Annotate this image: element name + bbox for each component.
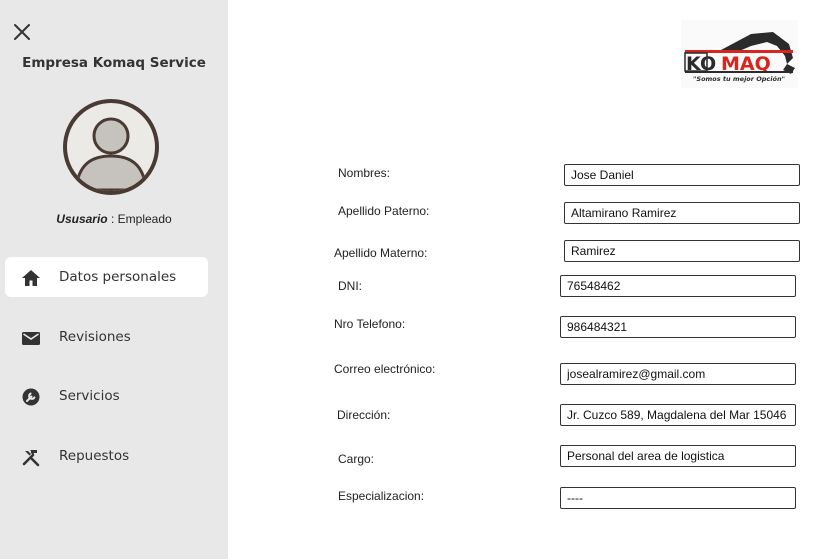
label-apellido-paterno: Apellido Paterno: — [338, 204, 430, 218]
label-correo: Correo electrónico: — [334, 362, 436, 376]
apellido-materno-field[interactable] — [564, 240, 800, 262]
wrench-icon — [21, 387, 41, 407]
especializacion-field[interactable] — [560, 487, 796, 509]
sidebar-item-label: Repuestos — [59, 448, 130, 464]
sidebar-item-label: Datos personales — [59, 269, 177, 285]
cargo-field[interactable] — [560, 445, 796, 467]
label-cargo: Cargo: — [338, 452, 375, 466]
tools-icon — [21, 447, 41, 467]
komaq-logo: K O MAQ "Somos tu mejor Opción" — [681, 20, 798, 88]
avatar — [62, 98, 160, 196]
nombres-field[interactable] — [564, 164, 800, 186]
sidebar-item-repuestos[interactable]: Repuestos — [5, 436, 208, 476]
label-nro-telefono: Nro Telefono: — [334, 317, 406, 331]
sidebar: Empresa Komaq Service Ususario : Emplead… — [0, 0, 228, 559]
label-especializacion: Especializacion: — [338, 489, 425, 503]
label-dni: DNI: — [338, 279, 362, 293]
user-separator: : — [107, 212, 118, 226]
user-role-line: Ususario : Empleado — [0, 212, 228, 226]
label-direccion: Dirección: — [337, 408, 391, 422]
email-field[interactable] — [560, 363, 796, 385]
sidebar-item-revisiones[interactable]: Revisiones — [5, 317, 208, 357]
logo-tagline: "Somos tu mejor Opción" — [693, 75, 785, 83]
sidebar-item-label: Revisiones — [59, 329, 131, 345]
label-apellido-materno: Apellido Materno: — [334, 246, 428, 260]
close-icon[interactable] — [12, 22, 32, 42]
sidebar-item-label: Servicios — [59, 388, 120, 404]
dni-field[interactable] — [560, 275, 796, 297]
sidebar-item-datos-personales[interactable]: Datos personales — [5, 257, 208, 297]
telefono-field[interactable] — [560, 316, 796, 338]
app-root: Empresa Komaq Service Ususario : Emplead… — [0, 0, 818, 559]
apellido-paterno-field[interactable] — [564, 202, 800, 224]
home-icon — [21, 268, 41, 288]
sidebar-item-servicios[interactable]: Servicios — [5, 376, 208, 416]
company-name: Empresa Komaq Service — [22, 55, 206, 71]
mail-icon — [21, 328, 41, 348]
user-key: Ususario — [56, 212, 108, 226]
label-nombres: Nombres: — [338, 166, 391, 180]
direccion-field[interactable] — [560, 404, 796, 426]
user-role: Empleado — [117, 212, 172, 226]
